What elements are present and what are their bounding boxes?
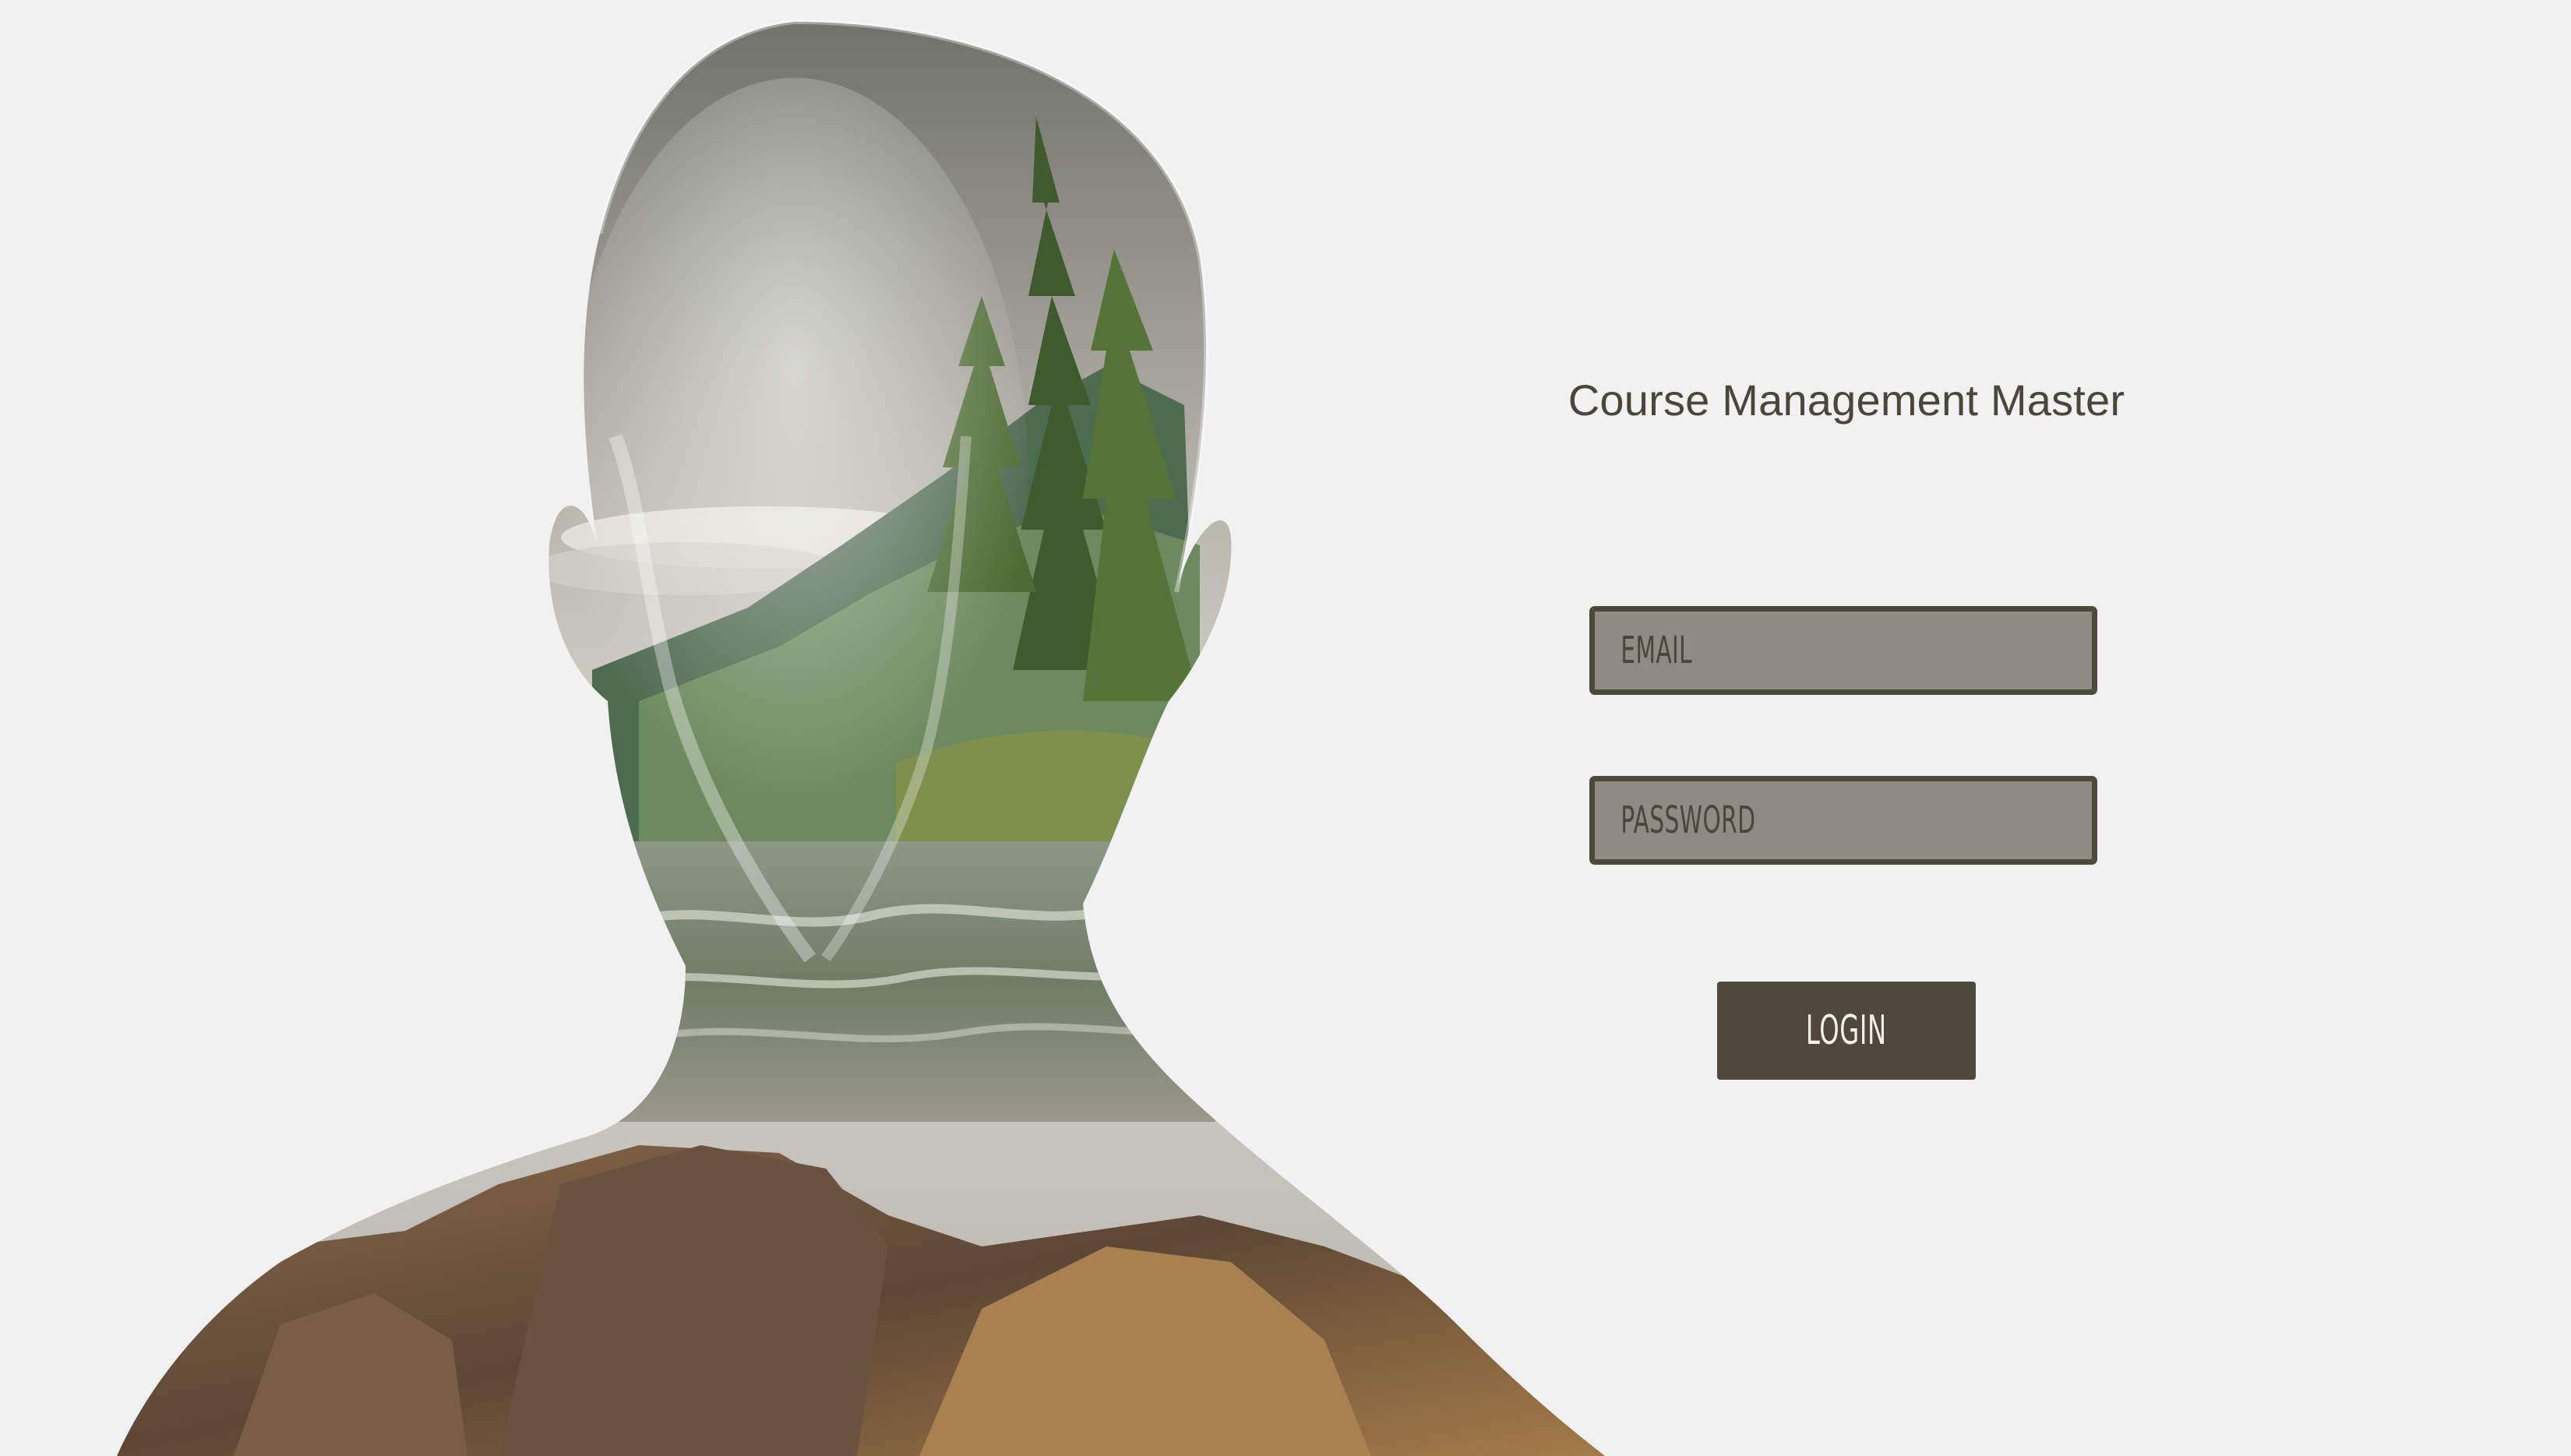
login-button[interactable]: LOGIN [1717,982,1976,1080]
password-field-container[interactable] [1589,776,2097,865]
app-title: Course Management Master [1568,375,2125,425]
email-input[interactable] [1620,611,1897,690]
hero-portrait-image [0,0,1675,1456]
double-exposure-illustration [117,19,1605,1456]
email-field-container[interactable] [1589,606,2097,695]
login-panel: Course Management Master LOGIN [1511,0,2181,1456]
login-button-label: LOGIN [1806,1007,1887,1054]
password-input[interactable] [1620,781,1897,860]
